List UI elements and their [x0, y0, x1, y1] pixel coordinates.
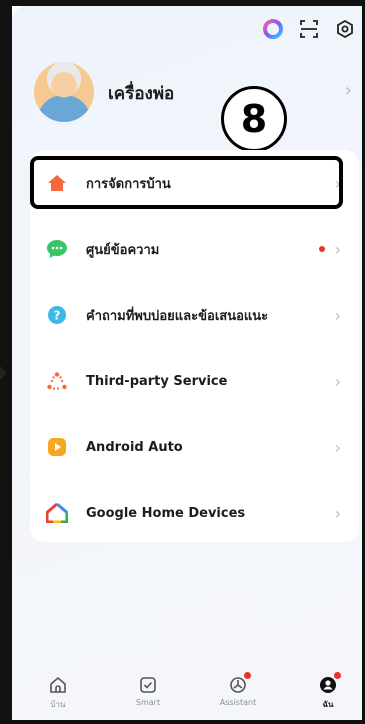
menu-item-third-party-service[interactable]: Third-party Service ›: [30, 354, 359, 408]
android-auto-icon: [46, 436, 68, 458]
me-tab-icon: [317, 672, 341, 696]
menu-item-label: Android Auto: [86, 439, 183, 455]
highlight-box: [30, 156, 343, 209]
tab-label: ฉัน: [322, 700, 334, 709]
assistant-orb-icon[interactable]: [262, 18, 284, 40]
assistant-tab-icon: [227, 672, 251, 696]
tab-label: Smart: [135, 698, 161, 707]
scan-icon[interactable]: [298, 18, 320, 40]
menu-item-label: คำถามที่พบบ่อยและข้อเสนอแนะ: [86, 308, 269, 324]
menu-item-android-auto[interactable]: Android Auto ›: [30, 420, 359, 474]
settings-gear-icon[interactable]: [334, 18, 356, 40]
chevron-right-icon: ›: [334, 437, 341, 457]
google-home-icon: [46, 502, 68, 524]
tab-assistant[interactable]: Assistant: [203, 670, 273, 718]
tab-label: บ้าน: [50, 700, 66, 709]
frame-left: [0, 0, 12, 724]
menu-item-label: Google Home Devices: [86, 505, 246, 521]
profile-name: เครื่องพ่อ: [108, 84, 175, 104]
bottom-tab-bar: บ้าน Smart Assistant ฉัน: [12, 670, 362, 720]
chevron-right-icon: ›: [344, 80, 352, 101]
step-number-badge: 8: [221, 86, 287, 152]
tab-me[interactable]: ฉัน: [293, 670, 363, 718]
pointer-arrow-icon: [0, 366, 7, 380]
chevron-right-icon: ›: [334, 305, 341, 325]
svg-text:?: ?: [54, 309, 61, 323]
smart-tab-icon: [137, 674, 159, 696]
tab-home[interactable]: บ้าน: [23, 670, 93, 718]
chevron-right-icon: ›: [334, 503, 341, 523]
third-party-icon: [46, 370, 68, 392]
home-tab-icon: [47, 674, 69, 696]
frame-bottom: [0, 720, 365, 724]
tab-label: Assistant: [219, 698, 257, 707]
notification-dot: [244, 672, 251, 679]
menu-item-google-home-devices[interactable]: Google Home Devices ›: [30, 486, 359, 540]
menu-item-faq-feedback[interactable]: ? คำถามที่พบบ่อยและข้อเสนอแนะ ›: [30, 288, 359, 342]
chevron-right-icon: ›: [334, 239, 341, 259]
notification-dot: [334, 672, 341, 679]
help-icon: ?: [46, 304, 68, 326]
unread-dot: [319, 246, 325, 252]
menu-item-message-center[interactable]: ศูนย์ข้อความ ›: [30, 222, 359, 276]
avatar: [34, 62, 94, 122]
chevron-right-icon: ›: [334, 371, 341, 391]
profile-header[interactable]: เครื่องพ่อ ›: [34, 62, 352, 130]
menu-item-label: Third-party Service: [86, 373, 228, 389]
tab-smart[interactable]: Smart: [113, 670, 183, 718]
menu-item-label: ศูนย์ข้อความ: [86, 242, 160, 258]
message-icon: [46, 238, 68, 260]
